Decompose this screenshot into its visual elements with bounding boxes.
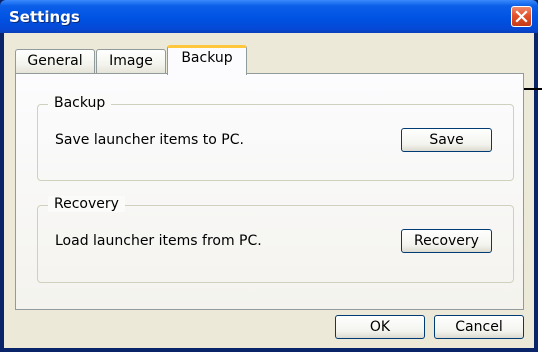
backup-group: Backup Save launcher items to PC. Save [37, 95, 514, 181]
close-icon [515, 10, 528, 23]
settings-window: Settings General Image Backup Backup Sav… [0, 0, 538, 352]
ok-button[interactable]: OK [335, 315, 425, 339]
cancel-button[interactable]: Cancel [434, 315, 524, 339]
tab-backup-label: Backup [181, 50, 233, 66]
backup-description: Save launcher items to PC. [55, 132, 244, 148]
tab-general[interactable]: General [15, 49, 95, 74]
recovery-description: Load launcher items from PC. [55, 233, 262, 249]
tab-backup[interactable]: Backup [167, 45, 247, 75]
backup-tab-panel: Backup Save launcher items to PC. Save R… [15, 73, 524, 310]
recovery-group-title: Recovery [48, 196, 125, 212]
close-button[interactable] [511, 6, 532, 27]
save-button[interactable]: Save [401, 128, 492, 152]
recovery-button[interactable]: Recovery [401, 229, 492, 253]
tab-image-label: Image [109, 53, 153, 69]
tab-image[interactable]: Image [96, 49, 166, 74]
dialog-client-area: General Image Backup Backup Save launche… [4, 33, 534, 348]
tab-general-label: General [27, 53, 83, 69]
title-bar[interactable]: Settings [0, 0, 538, 33]
backup-group-title: Backup [48, 95, 112, 111]
recovery-group: Recovery Load launcher items from PC. Re… [37, 196, 514, 283]
window-title: Settings [9, 8, 80, 26]
